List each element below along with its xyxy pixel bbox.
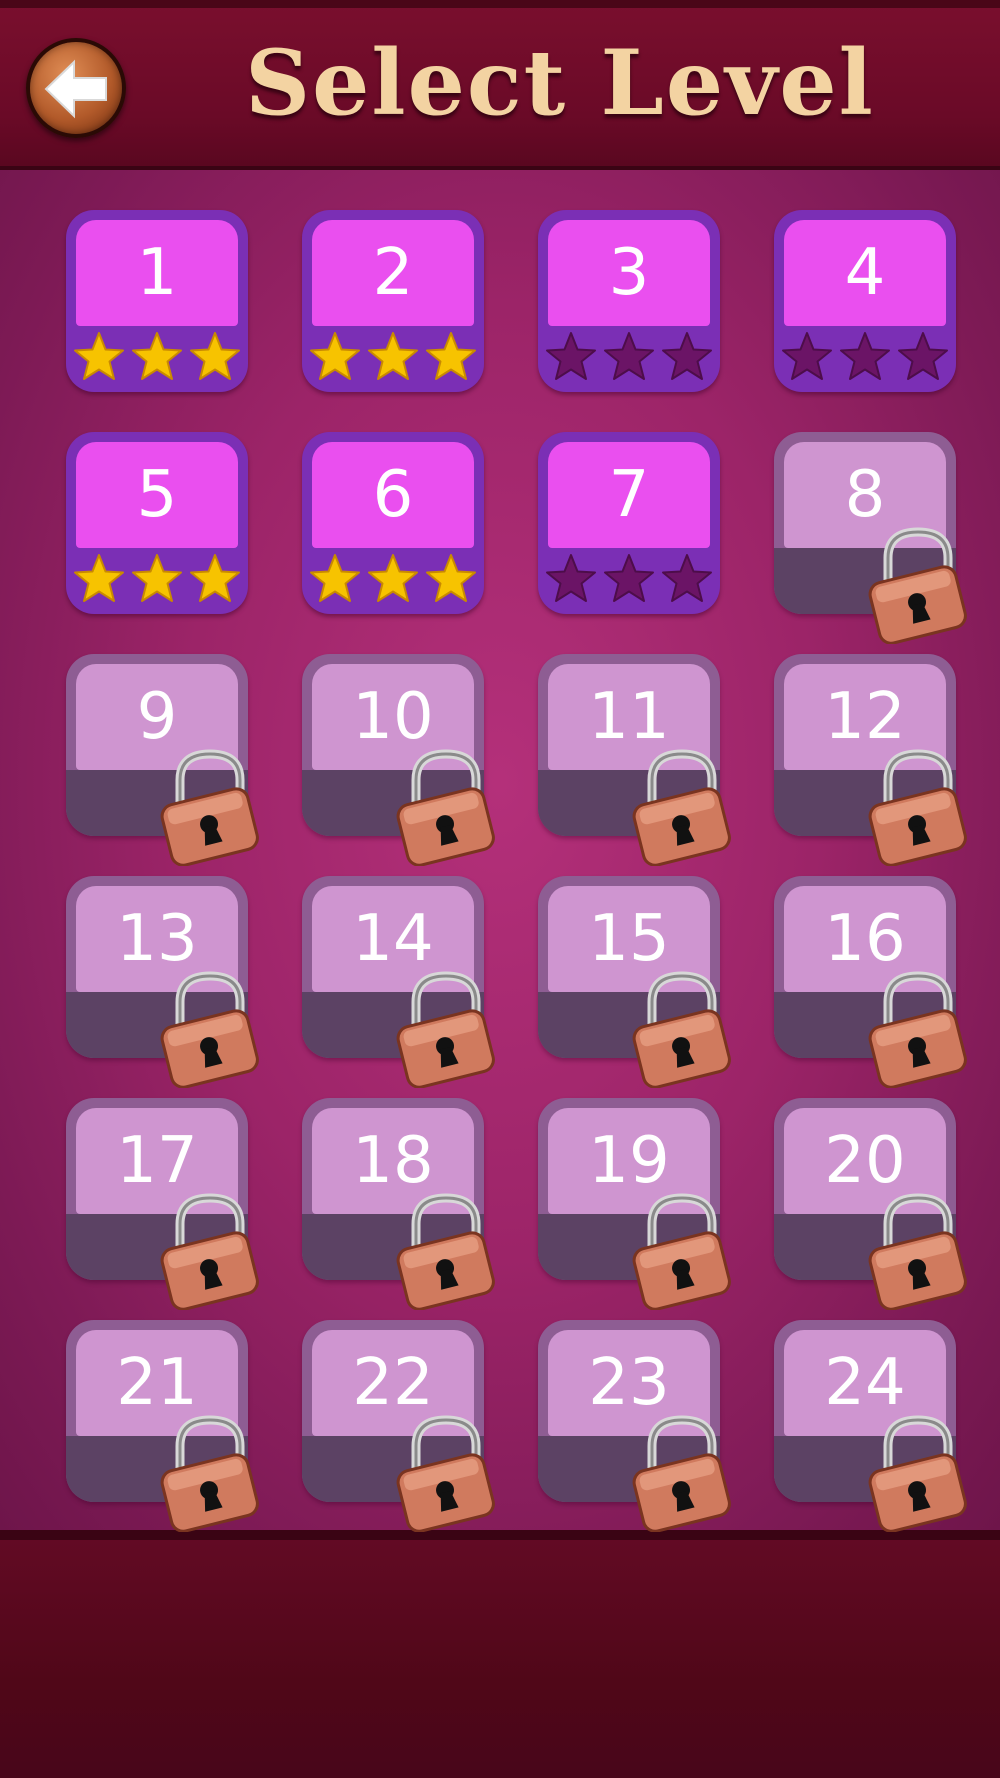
level-tile-2[interactable]: 2: [302, 210, 484, 392]
level-tile-22: 22: [302, 1320, 495, 1533]
star-empty-icon: [896, 329, 950, 387]
level-tile-16: 16: [774, 876, 967, 1089]
star-empty-icon: [544, 329, 598, 387]
star-rating: [542, 328, 716, 388]
level-tile-7[interactable]: 7: [538, 432, 720, 614]
padlock-icon: [630, 1190, 734, 1311]
padlock-icon: [866, 746, 970, 867]
star-rating: [542, 550, 716, 610]
level-tile-1[interactable]: 1: [66, 210, 248, 392]
padlock-icon: [866, 1412, 970, 1533]
star-filled-icon: [188, 329, 242, 387]
level-board: 12345678 9 10 11 12 13 14 15 16 17 18 19…: [0, 170, 1000, 1540]
star-filled-icon: [366, 551, 420, 609]
level-tile-23: 23: [538, 1320, 731, 1533]
level-tile-20: 20: [774, 1098, 967, 1311]
padlock-icon: [866, 968, 970, 1089]
star-filled-icon: [308, 329, 362, 387]
level-tile-9: 9: [66, 654, 259, 867]
page-title: Select Level: [245, 30, 875, 136]
level-tile-24: 24: [774, 1320, 967, 1533]
level-tile-10: 10: [302, 654, 495, 867]
padlock-icon: [158, 968, 262, 1089]
padlock-icon: [158, 1190, 262, 1311]
padlock-icon: [394, 1412, 498, 1533]
padlock-icon: [394, 968, 498, 1089]
star-filled-icon: [366, 329, 420, 387]
header-bar: Select Level: [0, 0, 1000, 170]
star-empty-icon: [602, 551, 656, 609]
padlock-icon: [394, 1190, 498, 1311]
star-filled-icon: [308, 551, 362, 609]
footer-bar: [0, 1540, 1000, 1778]
star-filled-icon: [424, 551, 478, 609]
star-rating: [306, 328, 480, 388]
star-rating: [778, 328, 952, 388]
padlock-icon: [630, 968, 734, 1089]
padlock-icon: [158, 1412, 262, 1533]
level-tile-18: 18: [302, 1098, 495, 1311]
star-rating: [70, 550, 244, 610]
level-tile-8: 8: [774, 432, 967, 645]
level-tile-15: 15: [538, 876, 731, 1089]
star-filled-icon: [130, 551, 184, 609]
level-tile-6[interactable]: 6: [302, 432, 484, 614]
level-tile-3[interactable]: 3: [538, 210, 720, 392]
star-empty-icon: [838, 329, 892, 387]
padlock-icon: [394, 746, 498, 867]
padlock-icon: [630, 1412, 734, 1533]
star-filled-icon: [424, 329, 478, 387]
back-arrow-icon: [44, 59, 107, 119]
star-filled-icon: [188, 551, 242, 609]
level-tile-17: 17: [66, 1098, 259, 1311]
level-tile-14: 14: [302, 876, 495, 1089]
padlock-icon: [158, 746, 262, 867]
padlock-icon: [866, 524, 970, 645]
level-tile-11: 11: [538, 654, 731, 867]
star-empty-icon: [544, 551, 598, 609]
star-filled-icon: [72, 551, 126, 609]
star-filled-icon: [72, 329, 126, 387]
star-empty-icon: [660, 329, 714, 387]
level-number: 5: [136, 458, 178, 532]
star-empty-icon: [780, 329, 834, 387]
level-tile-21: 21: [66, 1320, 259, 1533]
level-tile-19: 19: [538, 1098, 731, 1311]
star-empty-icon: [602, 329, 656, 387]
padlock-icon: [866, 1190, 970, 1311]
level-number: 2: [372, 236, 414, 310]
level-number: 7: [608, 458, 650, 532]
star-rating: [70, 328, 244, 388]
level-tile-4[interactable]: 4: [774, 210, 956, 392]
level-number: 6: [372, 458, 414, 532]
level-tile-5[interactable]: 5: [66, 432, 248, 614]
level-tile-12: 12: [774, 654, 967, 867]
star-empty-icon: [660, 551, 714, 609]
level-number: 1: [136, 236, 178, 310]
star-rating: [306, 550, 480, 610]
star-filled-icon: [130, 329, 184, 387]
back-button[interactable]: [26, 38, 126, 138]
level-number: 4: [844, 236, 886, 310]
level-tile-13: 13: [66, 876, 259, 1089]
padlock-icon: [630, 746, 734, 867]
level-number: 3: [608, 236, 650, 310]
